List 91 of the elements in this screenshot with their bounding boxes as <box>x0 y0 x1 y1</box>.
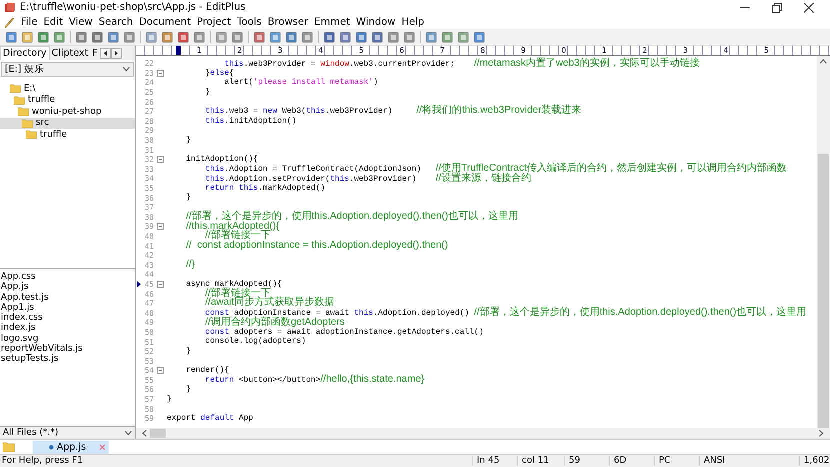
menu-item[interactable]: Window <box>356 16 396 28</box>
file-list-entry[interactable]: App.js <box>0 282 135 293</box>
code-line: } <box>185 346 192 356</box>
code-line: this.Adoption.setProvider(this.web3Provider) //设置来源，链接合约 <box>204 174 532 184</box>
status-field: In 45 <box>472 456 517 466</box>
status-text: For Help, press F1 <box>1 456 84 466</box>
fold-toggle-icon[interactable] <box>157 70 164 77</box>
close-icon[interactable] <box>804 2 814 12</box>
folder-item[interactable]: E:\ <box>0 83 135 94</box>
code-line: async markAdopted(){ <box>185 280 282 289</box>
code-line: return this.markAdopted() <box>204 184 326 194</box>
folder-icon <box>22 118 33 128</box>
sidebar-tab[interactable]: Directory <box>0 46 50 60</box>
file-list-entry[interactable]: index.js <box>0 323 135 334</box>
drive-dropdown[interactable]: [E:] 娱乐 <box>1 62 134 77</box>
fold-toggle-icon[interactable] <box>157 156 164 164</box>
status-field: ANSI <box>699 456 764 466</box>
code-line: const adoptionInstance = await this.Adoption.deployed() //部署，这个是异步的，使用this.Adoption.deployed().then()也可以，这里用 <box>204 308 807 318</box>
code-line: const adopters = await adoptionInstance.getAdopters.call() <box>204 328 484 337</box>
folder-icon <box>14 96 25 105</box>
fold-toggle-icon[interactable] <box>157 367 164 374</box>
file-list-entry[interactable]: index.css <box>0 313 135 324</box>
chevron-down-icon <box>125 430 132 436</box>
menu-item[interactable]: View <box>69 16 93 28</box>
code-line: //this.markAdopted(){ <box>185 222 280 232</box>
code-line: } <box>185 136 192 146</box>
cursor-column-marker <box>176 46 181 55</box>
chevron-down-icon <box>123 67 130 72</box>
code-line: // const adoptionInstance = this.Adoption.deployed().then() <box>185 240 448 252</box>
code-line: //部署，这个是异步的，使用this.Adoption.deployed().then()也可以，这里用 <box>185 212 519 222</box>
file-list-entry[interactable]: App.test.js <box>0 292 135 303</box>
file-list-entry[interactable]: App1.js <box>0 302 135 314</box>
code-line: initAdoption(){ <box>185 154 258 165</box>
code-line: this.web3Provider = window.web3.currentProvider; //metamask内置了web3的实例，实际可以手动链接 <box>224 58 700 69</box>
code-line: console.log(adopters) <box>204 337 306 347</box>
code-line: //部署链接一下 <box>205 231 271 242</box>
code-line: alert('please install metamask') <box>224 78 378 88</box>
menu-item[interactable]: Edit <box>44 16 64 28</box>
scroll-left-icon[interactable] <box>100 48 111 58</box>
code-line: }else{ <box>204 68 234 78</box>
menu-item[interactable]: Emmet <box>314 16 350 28</box>
file-list-entry[interactable]: logo.svg <box>0 334 135 344</box>
app-icon <box>4 2 16 14</box>
code-line: } <box>185 385 192 395</box>
folder-item[interactable]: truffle <box>0 129 135 140</box>
code-line: } <box>167 394 172 404</box>
scroll-right-icon[interactable] <box>819 430 824 437</box>
file-filter-dropdown[interactable]: All Files (*.*) <box>0 427 135 439</box>
scrollbar-thumb[interactable] <box>150 429 166 438</box>
menu-item[interactable]: Browser <box>268 16 308 28</box>
status-field: 1,602 <box>799 456 830 466</box>
file-list-entry[interactable]: App.css <box>0 272 135 282</box>
code-line: export default App <box>167 414 254 424</box>
code-line: return <button></button>//hello,{this.state.name} <box>204 375 425 386</box>
status-field: col 11 <box>517 456 564 466</box>
folder-item[interactable]: truffle <box>0 94 135 106</box>
scrollbar-thumb[interactable] <box>818 154 829 428</box>
sidebar-tab[interactable]: Cliptext <box>50 46 90 60</box>
code-line: } <box>204 88 210 98</box>
file-icon <box>49 444 54 450</box>
scroll-right-icon[interactable] <box>110 48 122 58</box>
code-line: this.initAdoption() <box>204 116 297 126</box>
menu-item[interactable]: Document <box>139 16 192 28</box>
code-line: //} <box>185 260 196 271</box>
folder-icon <box>3 442 15 452</box>
folder-item[interactable]: woniu-pet-shop <box>0 106 135 118</box>
folder-icon <box>10 84 21 94</box>
status-field: PC <box>654 456 699 466</box>
code-line: } <box>185 193 192 203</box>
sidebar-tab[interactable]: F <box>90 46 100 60</box>
status-field: 59 <box>564 456 609 466</box>
fold-toggle-icon[interactable] <box>157 223 164 230</box>
folder-item[interactable]: src <box>0 118 135 129</box>
status-field: 6D <box>609 456 654 466</box>
window-title: E:\truffle\woniu-pet-shop\src\App.js - EditPlus <box>20 2 246 13</box>
file-list-entry[interactable]: setupTests.js <box>0 354 135 365</box>
menu-item[interactable]: Search <box>98 16 134 28</box>
fold-toggle-icon[interactable] <box>157 280 164 288</box>
scroll-up-icon[interactable] <box>820 59 827 64</box>
document-tab[interactable]: App.js <box>33 440 109 454</box>
menu-item[interactable]: Tools <box>237 16 262 28</box>
code-line: render(){ <box>185 366 230 376</box>
code-line: //调用合约内部函数getAdopters <box>204 318 345 328</box>
menu-item[interactable]: Project <box>197 16 232 28</box>
menu-item[interactable]: Help <box>402 16 425 28</box>
scroll-left-icon[interactable] <box>142 430 147 437</box>
file-list-entry[interactable]: reportWebVitals.js <box>0 344 135 354</box>
code-line: //await同步方式获取异步数据 <box>204 298 334 309</box>
menu-item[interactable]: File <box>21 16 38 28</box>
restore-icon[interactable] <box>772 2 782 12</box>
code-line: this.web3 = new Web3(this.web3Provider) //将我们的this.web3Provider装载进来 <box>204 106 582 117</box>
